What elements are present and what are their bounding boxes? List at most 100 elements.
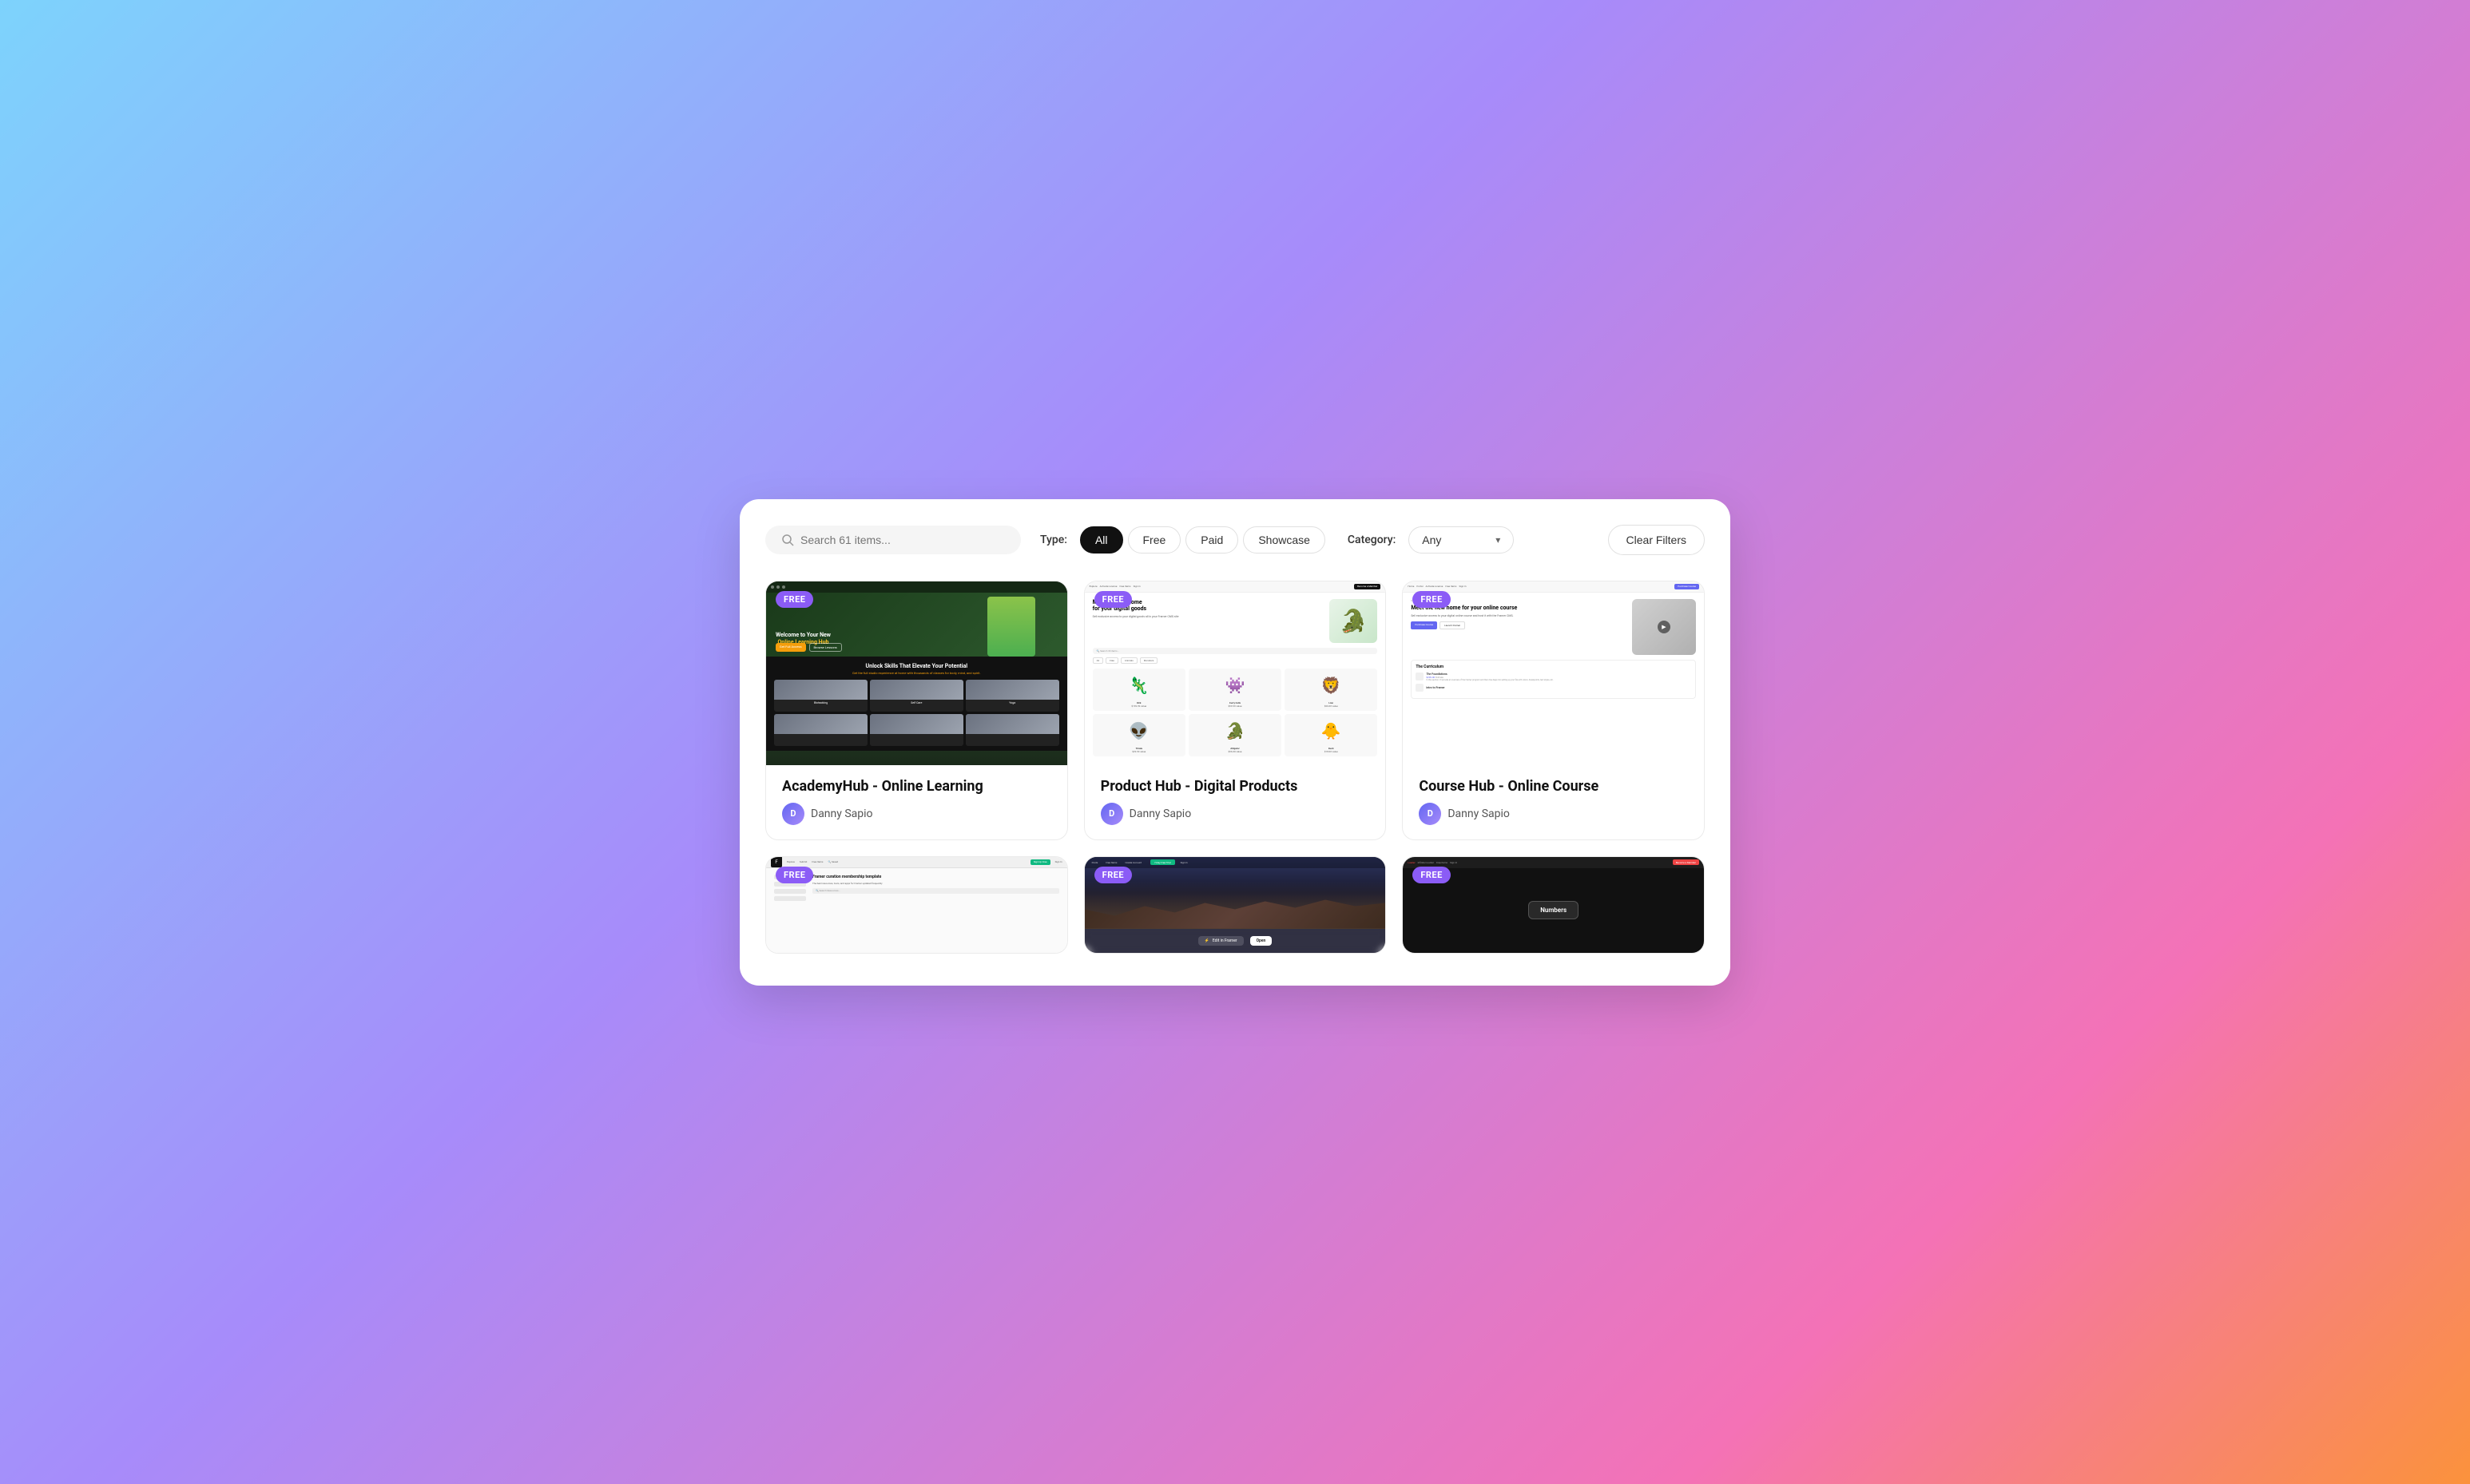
products-filter-row: All Free Animals Monsters [1093, 657, 1378, 664]
landscape-image: Posts Free Items Create Account 7-Day Fr… [1085, 857, 1386, 929]
purchase-course-btn: Purchase Course [1411, 621, 1437, 629]
nav-item: Free Items [1103, 860, 1119, 865]
course-hero-buttons: Purchase Course Launch Framer [1411, 621, 1626, 629]
type-btn-all[interactable]: All [1080, 526, 1123, 554]
card-footer-coursehub: Course Hub - Online Course D Danny Sapio [1403, 765, 1704, 839]
product-image: 👽 [1096, 717, 1182, 745]
course-item [966, 714, 1059, 746]
course-label [870, 734, 963, 737]
card-edit-framer[interactable]: FREE Posts Free Items Create Account 7-D… [1084, 856, 1387, 954]
card-thumbnail-numbers: FREE Loader Infinite Counter Free Items … [1403, 857, 1704, 953]
nav-item: Sign In [1055, 860, 1062, 863]
nav-item: Free Items [1445, 585, 1456, 588]
curriculum-title: The Curriculum [1416, 665, 1691, 669]
edit-framer-top-bar: Posts Free Items Create Account 7-Day Fr… [1085, 857, 1386, 868]
category-select-wrapper[interactable]: Any Education E-commerce Portfolio Busin… [1408, 526, 1514, 554]
course-hero-desc: Sell exclusive access to your digital on… [1411, 614, 1626, 618]
product-card: 🐥 Duck $18.00 value [1285, 714, 1377, 756]
product-price: $26.00 value [1288, 704, 1374, 708]
nav-item: Create Account [1122, 860, 1144, 865]
nav-item: Posts [1090, 860, 1101, 865]
toolbar: Type: All Free Paid Showcase Category: A… [765, 525, 1705, 555]
author-name-producthub: Danny Sapio [1130, 807, 1192, 820]
product-price: $96.00 value [1192, 750, 1278, 753]
product-price: $99.99 value [1192, 704, 1278, 708]
curriculum-icon [1416, 673, 1424, 680]
card-academyhub[interactable]: FREE Welcome to Your NewOnline Learning … [765, 581, 1068, 840]
monster-icon: 🐊 [1340, 608, 1368, 634]
card-numbers[interactable]: FREE Loader Infinite Counter Free Items … [1402, 856, 1705, 954]
course-item [774, 714, 868, 746]
search-box-text: 🔍 Search Resources... [816, 889, 840, 892]
product-card: 🦎 Dirk $139.99 value [1093, 669, 1185, 711]
course-curriculum: The Curriculum The Foundations $299.00 E… [1411, 660, 1696, 699]
card-producthub[interactable]: FREE Explore Activate License Free Items… [1084, 581, 1387, 840]
curriculum-desc: In this section, I'll provide an overvie… [1426, 679, 1691, 681]
clear-filters-button[interactable]: Clear Filters [1608, 525, 1705, 555]
academy-skills-title: Unlock Skills That Elevate Your Potentia… [774, 663, 1059, 669]
sidebar-item [774, 889, 806, 894]
curriculum-item: The Foundations $299.00 Estimate In this… [1416, 673, 1691, 681]
edit-framer-label: Edit in Framer [1213, 938, 1237, 943]
open-button[interactable]: Open [1250, 936, 1273, 946]
course-image [774, 714, 868, 734]
framer-main-title: Framer curation membership template [812, 875, 1059, 879]
launch-framer-btn: Launch Framer [1440, 621, 1465, 629]
framer-search-box: 🔍 Search Resources... [812, 888, 1059, 894]
product-card: 👽 Thrala $29.99 value [1093, 714, 1185, 756]
product-price: $139.99 value [1096, 704, 1182, 708]
avatar-producthub: D [1101, 803, 1123, 825]
nav-item: Sign In [1134, 585, 1141, 588]
nav-item: Activate License [1425, 585, 1443, 588]
type-btn-free[interactable]: Free [1128, 526, 1181, 554]
author-name-coursehub: Danny Sapio [1447, 807, 1510, 820]
type-btn-paid[interactable]: Paid [1185, 526, 1238, 554]
search-wrapper[interactable] [765, 526, 1021, 554]
course-image [870, 680, 963, 700]
edit-framer-bottom-bar: ⚡ Edit in Framer Open [1085, 929, 1386, 953]
academy-courses-grid: Biohacking Self Care Yoga [774, 680, 1059, 746]
products-search-bar: 🔍 Search 30 items... [1093, 648, 1378, 654]
nav-item: 🔍 Saved [828, 860, 838, 863]
framer-logo: F [771, 857, 782, 868]
card-footer-academyhub: AcademyHub - Online Learning D Danny Sap… [766, 765, 1067, 839]
search-input[interactable] [800, 534, 1005, 546]
products-top-bar: Explore Activate License Free Items Sign… [1085, 581, 1386, 593]
framer-top-bar: F Explore Submit Free Items 🔍 Saved Sign… [766, 857, 1067, 868]
filter-chip: Monsters [1140, 657, 1158, 664]
type-btn-showcase[interactable]: Showcase [1243, 526, 1325, 554]
product-image: 🐥 [1288, 717, 1374, 745]
card-title-coursehub: Course Hub - Online Course [1419, 778, 1688, 795]
search-icon [781, 534, 794, 546]
card-thumbnail-edit-framer: FREE Posts Free Items Create Account 7-D… [1085, 857, 1386, 953]
category-select[interactable]: Any Education E-commerce Portfolio Busin… [1422, 534, 1489, 546]
card-coursehub[interactable]: FREE Home Portal Activate License Free I… [1402, 581, 1705, 840]
course-image [774, 680, 868, 700]
become-member-btn: Become a Member [1673, 859, 1699, 865]
products-grid: 🦎 Dirk $139.99 value 👾 Furry Felix $99.9… [1085, 669, 1386, 763]
nav-item: Free Items [812, 860, 823, 863]
course-image [966, 714, 1059, 734]
sidebar-item [774, 896, 806, 901]
academy-hero-buttons: Get Full Access Browse Lessons [776, 643, 842, 652]
product-card: 🦁 Lion $26.00 value [1285, 669, 1377, 711]
filter-chip: Free [1106, 657, 1118, 664]
product-image: 👾 [1192, 672, 1278, 700]
card-framer-curation[interactable]: FREE F Explore Submit Free Items 🔍 Saved… [765, 856, 1068, 954]
nav-item: Submit [800, 860, 807, 863]
nav-cta: Become a Member [1354, 584, 1380, 589]
card-thumbnail-academyhub: FREE Welcome to Your NewOnline Learning … [766, 581, 1067, 765]
framer-main-desc: The best resources, tools, and apps for … [812, 882, 1059, 885]
course-label [774, 734, 868, 737]
edit-in-framer-button[interactable]: ⚡ Edit in Framer [1198, 936, 1244, 946]
type-buttons: All Free Paid Showcase [1080, 526, 1325, 554]
nav-item: Sign In [1459, 585, 1466, 588]
nav-item: Infinite Counter [1418, 861, 1434, 864]
badge-free: FREE [1094, 867, 1132, 883]
nav-item: Explore [1090, 585, 1098, 588]
nav-item: Free Items [1119, 585, 1130, 588]
filter-chip: All [1093, 657, 1103, 664]
curriculum-text: Intro to Framer [1426, 686, 1691, 689]
badge-free: FREE [1094, 591, 1132, 608]
cards-grid: FREE Welcome to Your NewOnline Learning … [765, 581, 1705, 954]
